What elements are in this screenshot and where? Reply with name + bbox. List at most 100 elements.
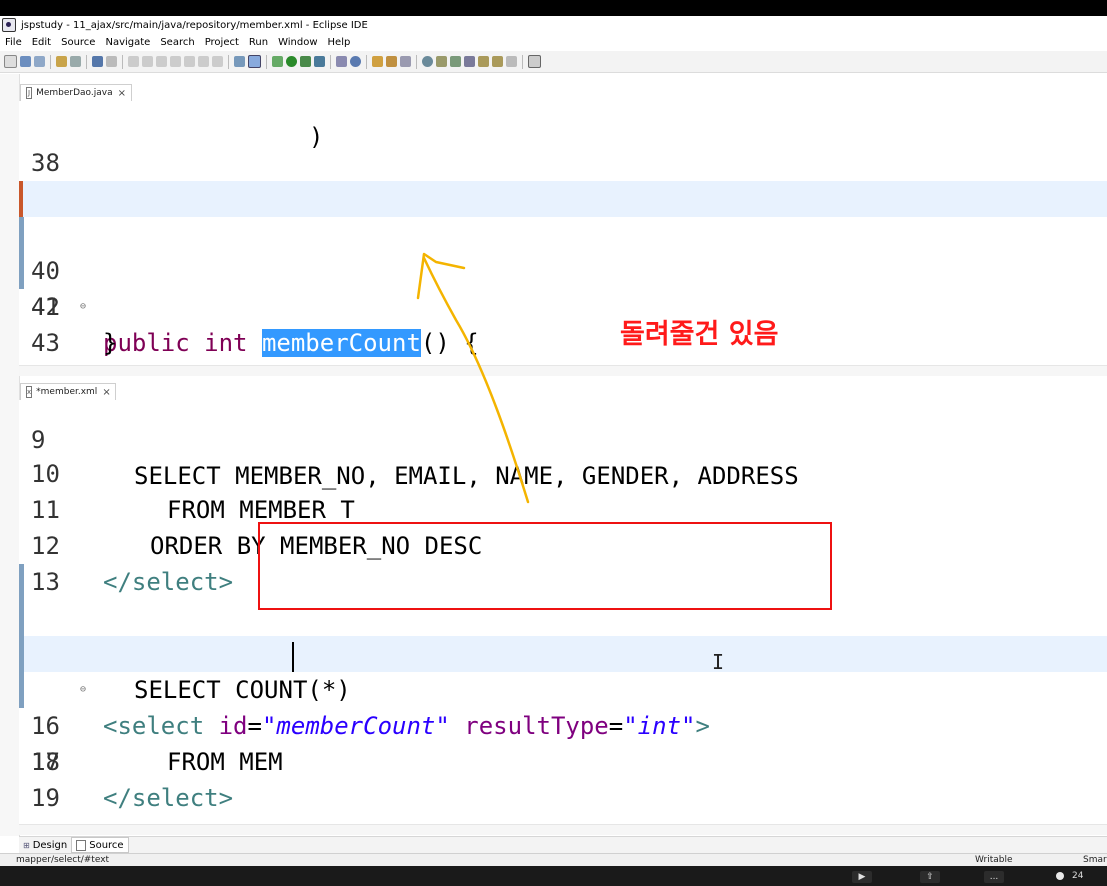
editor-mode-tabs: ⊞ Design Source [19, 836, 1107, 853]
toolbar-separator [522, 54, 523, 69]
highlight-box [258, 522, 832, 610]
code-line: 10 FROM MEMBER_T [19, 420, 1107, 524]
record-dot-icon [1056, 872, 1064, 880]
code-line: 42 } [19, 253, 1107, 357]
code-line: 18 [19, 708, 1107, 776]
change-marker [19, 636, 24, 672]
tab-design[interactable]: ⊞ Design [19, 838, 71, 852]
toolbar-separator [122, 54, 123, 69]
tab-label: MemberDao.java [36, 88, 113, 98]
suspend-icon[interactable] [142, 56, 153, 67]
back-icon[interactable] [492, 56, 503, 67]
pin-editor-icon[interactable] [528, 55, 541, 68]
title-bar: jspstudy - 11_ajax/src/main/java/reposit… [0, 16, 1107, 34]
save-all-icon[interactable] [34, 56, 45, 67]
menu-file[interactable]: File [0, 37, 27, 48]
word-wrap-icon[interactable] [248, 55, 261, 68]
toolbar-separator [330, 54, 331, 69]
java-file-icon: J [26, 87, 33, 99]
menu-search[interactable]: Search [155, 37, 199, 48]
toolbar-separator [50, 54, 51, 69]
left-side-strip [0, 74, 20, 836]
menu-help[interactable]: Help [323, 37, 356, 48]
run-icon[interactable] [286, 56, 297, 67]
share-icon[interactable]: ⇧ [920, 871, 940, 883]
code-line: 11 ORDER BY MEMBER_NO DESC [19, 456, 1107, 560]
more-icon[interactable]: ... [984, 871, 1004, 883]
code-line-current: 40 ⊖ public int memberCount() { [19, 181, 1107, 357]
text-caret [292, 642, 294, 672]
code-line: 43 [19, 289, 1107, 357]
status-path: mapper/select/#text [16, 855, 110, 865]
refresh-icon[interactable] [70, 56, 81, 67]
previous-annotation-icon[interactable] [464, 56, 475, 67]
menu-source[interactable]: Source [56, 37, 100, 48]
console-icon[interactable] [92, 56, 103, 67]
xml-editor[interactable]: 9 SELECT MEMBER_NO, EMAIL, NAME, GENDER,… [19, 400, 1107, 824]
build-icon[interactable] [56, 56, 67, 67]
code-line: 17 </select> [19, 672, 1107, 812]
menu-bar: File Edit Source Navigate Search Project… [0, 34, 1107, 50]
tab-label: Source [89, 839, 124, 851]
step-return-icon[interactable] [212, 56, 223, 67]
annotation-arrow [416, 252, 530, 504]
annotation-icon[interactable] [436, 56, 447, 67]
coverage-icon[interactable] [300, 56, 311, 67]
video-control-bar: ▶ ⇧ ... 24 [0, 866, 1107, 886]
step-into-icon[interactable] [184, 56, 195, 67]
menu-navigate[interactable]: Navigate [100, 37, 155, 48]
code-line-partial: 9 SELECT MEMBER_NO, EMAIL, NAME, GENDER,… [19, 400, 1107, 490]
tab-source[interactable]: Source [71, 837, 129, 853]
xml-file-icon: x [26, 386, 33, 398]
horizontal-scrollbar[interactable] [19, 365, 1107, 376]
counter-text: 24 [1072, 871, 1084, 881]
close-icon[interactable]: × [118, 88, 126, 99]
tab-label: Design [32, 839, 68, 851]
save-icon[interactable] [20, 56, 31, 67]
main-toolbar [0, 51, 1107, 73]
code-line: 38 } [19, 109, 1107, 213]
external-tools-icon[interactable] [314, 56, 325, 67]
new-server-icon[interactable] [336, 56, 347, 67]
step-over-icon[interactable] [198, 56, 209, 67]
globe-icon[interactable] [422, 56, 433, 67]
toolbar-separator [366, 54, 367, 69]
annotation-note: 돌려줄건 있음 [620, 319, 779, 350]
new-icon[interactable] [4, 55, 17, 68]
horizontal-scrollbar[interactable] [19, 824, 1107, 835]
window-title: jspstudy - 11_ajax/src/main/java/reposit… [21, 19, 368, 31]
search-icon[interactable] [400, 56, 411, 67]
terminate-icon[interactable] [156, 56, 167, 67]
status-insert-mode: Smart [1083, 855, 1107, 865]
open-task-icon[interactable] [386, 56, 397, 67]
open-type-icon[interactable] [372, 56, 383, 67]
menu-project[interactable]: Project [200, 37, 244, 48]
menu-edit[interactable]: Edit [27, 37, 56, 48]
java-editor[interactable]: ) 38 } 39 40 ⊖ public int memberCount() … [19, 101, 1107, 365]
disconnect-icon[interactable] [170, 56, 181, 67]
menu-window[interactable]: Window [273, 37, 322, 48]
tab-member-xml[interactable]: x *member.xml × [20, 383, 116, 400]
last-edit-icon[interactable] [478, 56, 489, 67]
change-marker [19, 672, 24, 708]
resume-icon[interactable] [128, 56, 139, 67]
toolbar-separator [86, 54, 87, 69]
next-annotation-icon[interactable] [450, 56, 461, 67]
forward-icon[interactable] [506, 56, 517, 67]
code-line: 20 [19, 780, 1107, 824]
close-icon[interactable]: × [102, 387, 110, 398]
debug-icon[interactable] [272, 56, 283, 67]
menu-run[interactable]: Run [244, 37, 273, 48]
code-line: 39 [19, 145, 1107, 213]
toolbar-separator [416, 54, 417, 69]
tab-memberdao-java[interactable]: J MemberDao.java × [20, 84, 132, 101]
code-line: 41 [19, 217, 1107, 321]
web-browser-icon[interactable] [350, 56, 361, 67]
code-line-current: 16 FROM MEM [19, 636, 1107, 776]
skip-breakpoints-icon[interactable] [106, 56, 117, 67]
status-writable: Writable [975, 855, 1013, 865]
status-bar: mapper/select/#text Writable Smart [0, 853, 1107, 867]
xml-tag: </mapper> [72, 816, 202, 824]
play-icon[interactable]: ▶ [852, 871, 872, 883]
toggle-block-icon[interactable] [234, 56, 245, 67]
